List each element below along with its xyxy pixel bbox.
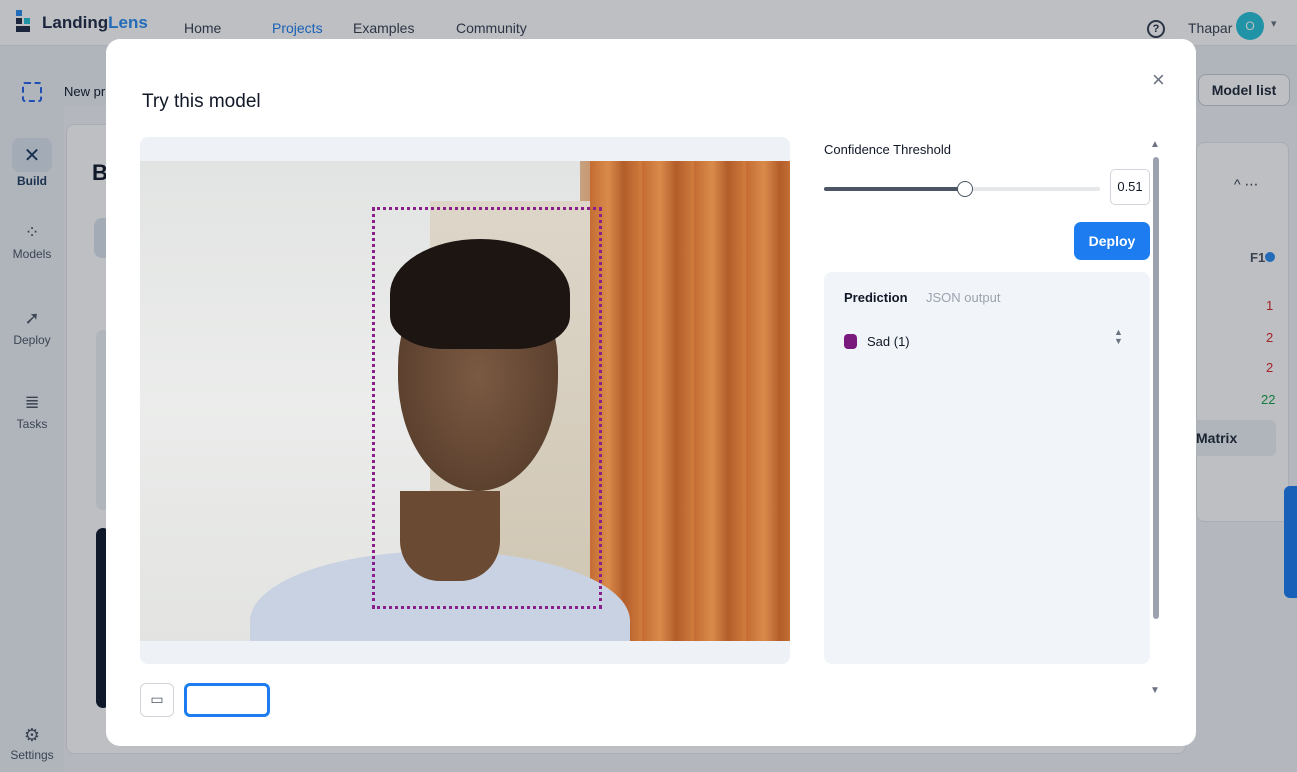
test-image <box>140 161 790 641</box>
slider-handle[interactable] <box>957 181 973 197</box>
threshold-input[interactable]: 0.51 <box>1110 169 1150 205</box>
close-icon[interactable]: × <box>1152 69 1165 91</box>
prediction-panel: Prediction JSON output Sad (1) ▲ ▼ <box>824 272 1150 664</box>
tab-prediction[interactable]: Prediction <box>844 290 908 305</box>
scroll-up-icon[interactable]: ▲ <box>1150 139 1160 150</box>
deploy-button[interactable]: Deploy <box>1074 222 1150 260</box>
confidence-threshold-label: Confidence Threshold <box>824 142 951 157</box>
try-model-modal: Try this model × ▭ Confidence Threshold … <box>106 39 1196 746</box>
selected-image-thumbnail[interactable] <box>184 683 270 717</box>
prediction-item: Sad (1) <box>844 334 910 349</box>
confidence-slider[interactable] <box>824 179 1100 199</box>
class-color-swatch <box>844 334 857 349</box>
prediction-bounding-box <box>372 207 602 609</box>
modal-title: Try this model <box>142 91 261 112</box>
scrollbar[interactable] <box>1153 157 1159 619</box>
prediction-label: Sad (1) <box>867 334 910 349</box>
sort-icon[interactable]: ▲ ▼ <box>1114 328 1123 346</box>
folder-icon[interactable]: ▭ <box>140 683 174 717</box>
tab-json-output[interactable]: JSON output <box>926 290 1000 305</box>
scroll-down-icon[interactable]: ▼ <box>1150 685 1160 696</box>
image-viewer <box>140 137 790 664</box>
